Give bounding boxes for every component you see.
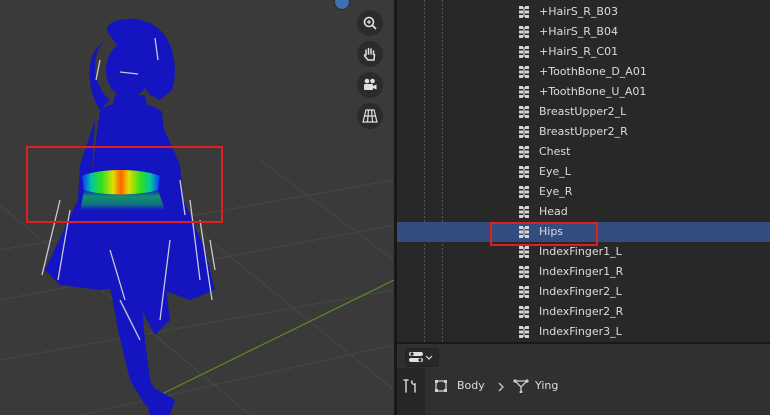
bone-group-icon [517,125,531,139]
outliner-row[interactable]: IndexFinger3_L [397,322,770,342]
outliner-row[interactable]: +HairS_R_B03 [397,2,770,22]
outliner-row-label: IndexFinger1_R [539,265,624,278]
outliner-row-label: Eye_R [539,185,573,198]
editor-type-dropdown[interactable] [405,348,439,367]
bone-group-icon [517,45,531,59]
camera-icon[interactable] [357,72,383,98]
bone-group-icon [517,145,531,159]
bone-group-icon [517,105,531,119]
outliner-row-label: IndexFinger3_L [539,325,622,338]
outliner-panel[interactable]: +HairS_R_B03 +HairS_R_B04 +HairS_R_C01 +Too… [397,0,770,342]
bone-group-icon [517,205,531,219]
zoom-icon[interactable] [357,10,383,36]
outliner-row-label: BreastUpper2_L [539,105,627,118]
highlight-box-hips-weight [26,146,223,223]
outliner-row[interactable]: IndexFinger2_L [397,282,770,302]
outliner-row-label: +HairS_R_B04 [539,25,618,38]
outliner-row[interactable]: BreastUpper2_L [397,102,770,122]
outliner-row-label: IndexFinger2_L [539,285,622,298]
bone-group-icon [517,265,531,279]
grid-perspective-icon[interactable] [357,103,383,129]
bone-group-icon [517,25,531,39]
outliner-row-label: IndexFinger2_R [539,305,624,318]
outliner-row[interactable]: Eye_L [397,162,770,182]
outliner-row[interactable]: +HairS_R_C01 [397,42,770,62]
outliner-row[interactable]: BreastUpper2_R [397,122,770,142]
bone-group-icon [517,5,531,19]
bone-group-icon [517,325,531,339]
chevron-right-icon [498,382,504,392]
outliner-row-label: IndexFinger1_L [539,245,622,258]
outliner-row[interactable]: +ToothBone_D_A01 [397,62,770,82]
properties-panel: Body Ying [397,344,770,415]
outliner-row[interactable]: IndexFinger2_R [397,302,770,322]
modifier-wrench-icon [513,379,529,393]
mesh-object-icon [435,380,447,392]
hand-pan-icon[interactable] [357,41,383,67]
outliner-row-label: +ToothBone_U_A01 [539,85,647,98]
bone-group-icon [517,65,531,79]
outliner-row[interactable]: Chest [397,142,770,162]
bone-group-icon [517,185,531,199]
outliner-row[interactable]: +ToothBone_U_A01 [397,82,770,102]
bone-group-icon [517,245,531,259]
outliner-row-label: Chest [539,145,571,158]
breadcrumb-modifier: Ying [535,379,559,392]
outliner-row-label: Eye_L [539,165,571,178]
outliner-row[interactable]: Eye_R [397,182,770,202]
bone-group-icon [517,305,531,319]
outliner-row-label: Head [539,205,568,218]
breadcrumb-object: Body [457,379,485,392]
toggle-icon [409,352,433,362]
outliner-row[interactable]: +HairS_R_B04 [397,22,770,42]
outliner-row[interactable]: Head [397,202,770,222]
highlight-box-hips-row [490,222,598,246]
outliner-row[interactable]: IndexFinger1_R [397,262,770,282]
bone-group-icon [517,85,531,99]
bone-group-icon [517,165,531,179]
bone-group-icon [517,285,531,299]
3d-viewport[interactable] [0,0,394,415]
outliner-row-label: BreastUpper2_R [539,125,628,138]
outliner-row-label: +HairS_R_B03 [539,5,618,18]
outliner-row-label: +HairS_R_C01 [539,45,619,58]
wrench-screwdriver-icon[interactable] [402,377,420,395]
outliner-row-label: +ToothBone_D_A01 [539,65,647,78]
properties-tab-strip [397,368,425,415]
